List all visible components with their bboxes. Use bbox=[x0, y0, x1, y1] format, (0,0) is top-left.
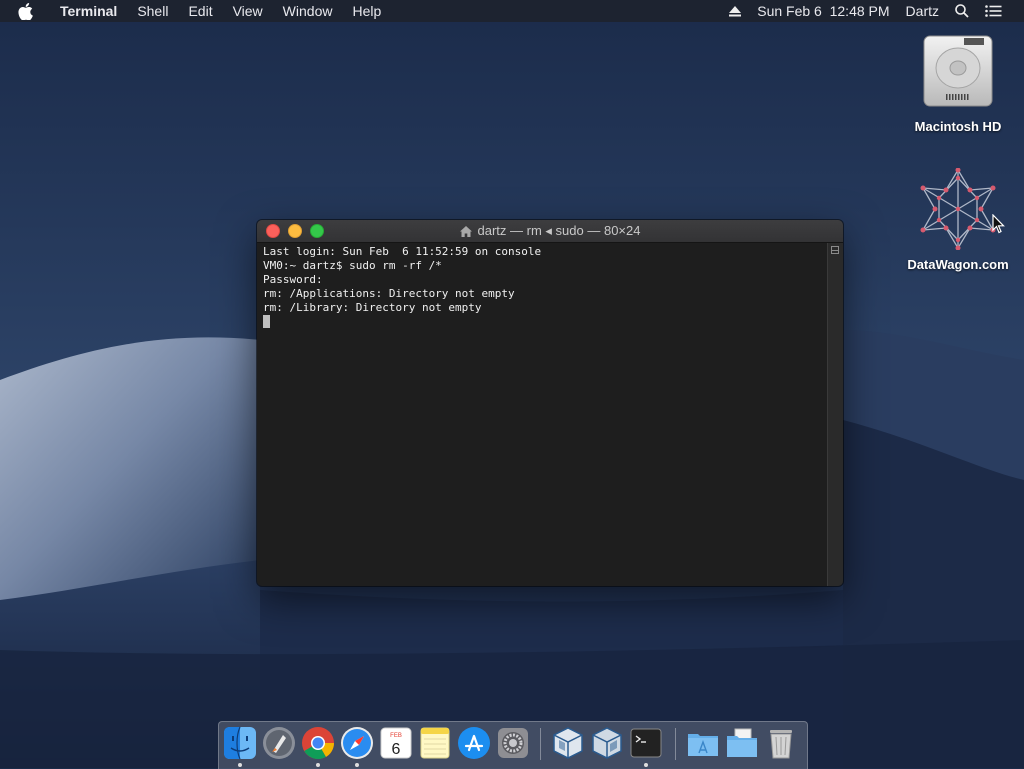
terminal-line-text: VM0:~ dartz$ sudo rm -rf /* bbox=[263, 259, 442, 272]
terminal-cursor-line bbox=[263, 315, 821, 330]
running-indicator bbox=[238, 763, 242, 767]
dock-separator bbox=[675, 728, 676, 760]
terminal-line: Password: bbox=[263, 273, 323, 286]
menubar-clock[interactable]: Sun Feb 6 12:48 PM bbox=[749, 0, 897, 22]
running-indicator bbox=[316, 763, 320, 767]
menu-app-terminal[interactable]: Terminal bbox=[50, 0, 127, 22]
hard-drive-icon bbox=[923, 35, 993, 107]
terminal-line: rm: /Applications: Directory not empty bbox=[263, 287, 515, 300]
terminal-line: Last login: Sun Feb 6 11:52:59 on consol… bbox=[263, 245, 542, 258]
mouse-pointer-icon bbox=[992, 214, 1005, 234]
apple-menu-icon[interactable] bbox=[18, 2, 36, 20]
calendar-day: 6 bbox=[392, 741, 401, 758]
applications-folder-icon[interactable] bbox=[686, 726, 720, 760]
window-minimize-button[interactable] bbox=[288, 224, 302, 238]
terminal-scrollbar[interactable] bbox=[827, 243, 843, 586]
datawagon-web-icon bbox=[920, 167, 996, 251]
menu-edit[interactable]: Edit bbox=[178, 0, 222, 22]
terminal-icon[interactable] bbox=[629, 726, 663, 760]
menu-help[interactable]: Help bbox=[342, 0, 391, 22]
menu-view[interactable]: View bbox=[223, 0, 273, 22]
terminal-window[interactable]: dartz — rm ◂ sudo — 80×24 Last login: Su… bbox=[257, 220, 843, 586]
menu-bar: Terminal Shell Edit View Window Help Sun… bbox=[0, 0, 1024, 22]
notification-center-icon[interactable] bbox=[977, 0, 1010, 22]
terminal-line: rm: /Library: Directory not empty bbox=[263, 301, 482, 314]
safari-icon[interactable] bbox=[340, 726, 374, 760]
chrome-icon[interactable] bbox=[301, 726, 335, 760]
terminal-cursor bbox=[263, 315, 270, 328]
trash-icon[interactable] bbox=[764, 726, 798, 760]
desktop-icon-label: DataWagon.com bbox=[907, 257, 1009, 272]
notes-icon[interactable] bbox=[418, 726, 452, 760]
calendar-icon[interactable]: FEB 6 bbox=[379, 726, 413, 760]
terminal-title: dartz — rm ◂ sudo — 80×24 bbox=[477, 223, 641, 238]
terminal-line: VM0:~ dartz$ sudo rm -rf /* bbox=[263, 259, 821, 273]
menu-window[interactable]: Window bbox=[273, 0, 343, 22]
virtualbox-icon[interactable] bbox=[551, 726, 585, 760]
app-store-icon[interactable] bbox=[457, 726, 491, 760]
eject-icon[interactable] bbox=[721, 0, 749, 22]
desktop-icon-label: Macintosh HD bbox=[914, 119, 1002, 134]
terminal-output[interactable]: Last login: Sun Feb 6 11:52:59 on consol… bbox=[257, 243, 827, 586]
split-pane-icon[interactable] bbox=[831, 246, 839, 254]
terminal-title-bar[interactable]: dartz — rm ◂ sudo — 80×24 bbox=[257, 220, 843, 243]
dock: FEB 6 bbox=[218, 721, 808, 769]
window-maximize-button[interactable] bbox=[310, 224, 324, 238]
home-icon bbox=[459, 225, 472, 237]
dock-separator bbox=[540, 728, 541, 760]
menubar-user[interactable]: Dartz bbox=[898, 0, 947, 22]
finder-icon[interactable] bbox=[223, 726, 257, 760]
menu-shell[interactable]: Shell bbox=[127, 0, 178, 22]
window-close-button[interactable] bbox=[266, 224, 280, 238]
documents-folder-icon[interactable] bbox=[725, 726, 759, 760]
virtualbox-vm-icon[interactable] bbox=[590, 726, 624, 760]
spotlight-search-icon[interactable] bbox=[947, 0, 977, 22]
running-indicator bbox=[644, 763, 648, 767]
launchpad-icon[interactable] bbox=[262, 726, 296, 760]
desktop-icon-macintosh-hd[interactable]: Macintosh HD bbox=[903, 32, 1013, 134]
running-indicator bbox=[355, 763, 359, 767]
system-preferences-icon[interactable] bbox=[496, 726, 530, 760]
calendar-month: FEB bbox=[390, 733, 402, 739]
